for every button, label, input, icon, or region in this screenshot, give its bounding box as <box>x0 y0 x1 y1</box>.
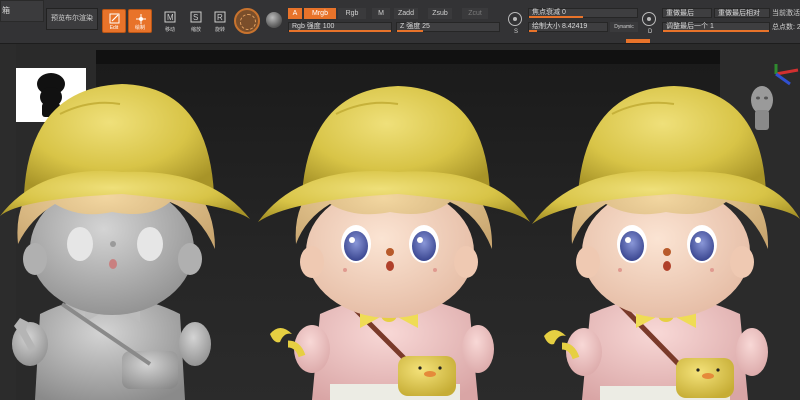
d-ring-icon[interactable] <box>642 12 656 26</box>
rgb-intensity-label: Rgb 强度 100 <box>292 23 335 30</box>
zbrush-window: 箱 预览布尔渲染 Edit 绘制 M 移动 S 缩放 R 旋转 A Mrgb R… <box>0 0 800 400</box>
rotate-icon: R <box>214 11 226 23</box>
rotate-button[interactable]: R 旋转 <box>208 9 232 33</box>
rgb-intensity-slider[interactable]: Rgb 强度 100 <box>288 22 392 32</box>
preview-render-label: 预览布尔渲染 <box>51 15 93 22</box>
z-intensity-label: Z 强度 25 <box>400 23 430 30</box>
title-box: 箱 <box>0 0 44 22</box>
dynamic-toggle[interactable]: Dynamic <box>610 22 638 32</box>
zsub-toggle[interactable]: Zsub <box>428 8 452 19</box>
adjust-last-label: 调整最后一个 1 <box>666 23 714 30</box>
material-sphere-icon[interactable] <box>266 12 282 28</box>
move-button[interactable]: M 移动 <box>158 9 182 33</box>
rotate-label: 旋转 <box>214 27 225 33</box>
active-brush-icon[interactable] <box>234 8 260 34</box>
edit-icon <box>109 13 120 24</box>
edit-button[interactable]: Edit <box>102 9 126 33</box>
scale-icon: S <box>190 11 202 23</box>
zadd-toggle[interactable]: Zadd <box>394 8 418 19</box>
redo-last-relative-button[interactable]: 重做最后相对 <box>714 8 770 18</box>
rgb-intensity-fill <box>289 30 391 32</box>
current-active-label: 当前激活 <box>772 10 800 17</box>
move-icon: M <box>164 11 176 23</box>
draw-button[interactable]: 绘制 <box>128 9 152 33</box>
svg-text:R: R <box>217 13 223 22</box>
d-label: D <box>648 29 653 35</box>
s-ring-icon[interactable] <box>508 12 522 26</box>
adjust-last-fill <box>663 30 769 32</box>
mrgb-toggle[interactable]: Mrgb <box>304 8 336 19</box>
svg-text:S: S <box>193 13 198 22</box>
figures-scene <box>0 84 800 400</box>
top-shelf: 箱 预览布尔渲染 Edit 绘制 M 移动 S 缩放 R 旋转 A Mrgb R… <box>0 0 800 44</box>
draw-size-fill <box>529 30 537 32</box>
painted-figure-center[interactable] <box>258 86 530 400</box>
focal-shift-label: 焦点衰减 0 <box>532 9 566 16</box>
redo-last-button[interactable]: 重做最后 <box>662 8 712 18</box>
m-toggle[interactable]: M <box>372 8 390 19</box>
preview-render-button[interactable]: 预览布尔渲染 <box>46 8 98 30</box>
zcut-toggle[interactable]: Zcut <box>462 8 488 19</box>
adjust-last-slider[interactable]: 调整最后一个 1 <box>662 22 770 32</box>
active-tab-marker <box>626 39 650 43</box>
draw-size-label: 绘制大小 8.42419 <box>532 23 588 30</box>
gray-clay-figure[interactable] <box>0 84 250 400</box>
title-fragment: 箱 <box>2 6 10 15</box>
z-intensity-fill <box>397 30 423 32</box>
z-intensity-slider[interactable]: Z 强度 25 <box>396 22 500 32</box>
total-points-label: 总点数: 2 <box>772 24 800 31</box>
a-toggle[interactable]: A <box>288 8 302 19</box>
painted-figure-right[interactable] <box>532 86 800 400</box>
s-label: S <box>514 29 519 35</box>
svg-text:M: M <box>167 13 174 22</box>
focal-shift-slider[interactable]: 焦点衰减 0 <box>528 8 638 18</box>
rgb-toggle[interactable]: Rgb <box>338 8 366 19</box>
draw-label: 绘制 <box>134 25 145 31</box>
draw-size-slider[interactable]: 绘制大小 8.42419 <box>528 22 608 32</box>
edit-label: Edit <box>109 25 119 31</box>
focal-shift-fill <box>529 16 583 18</box>
